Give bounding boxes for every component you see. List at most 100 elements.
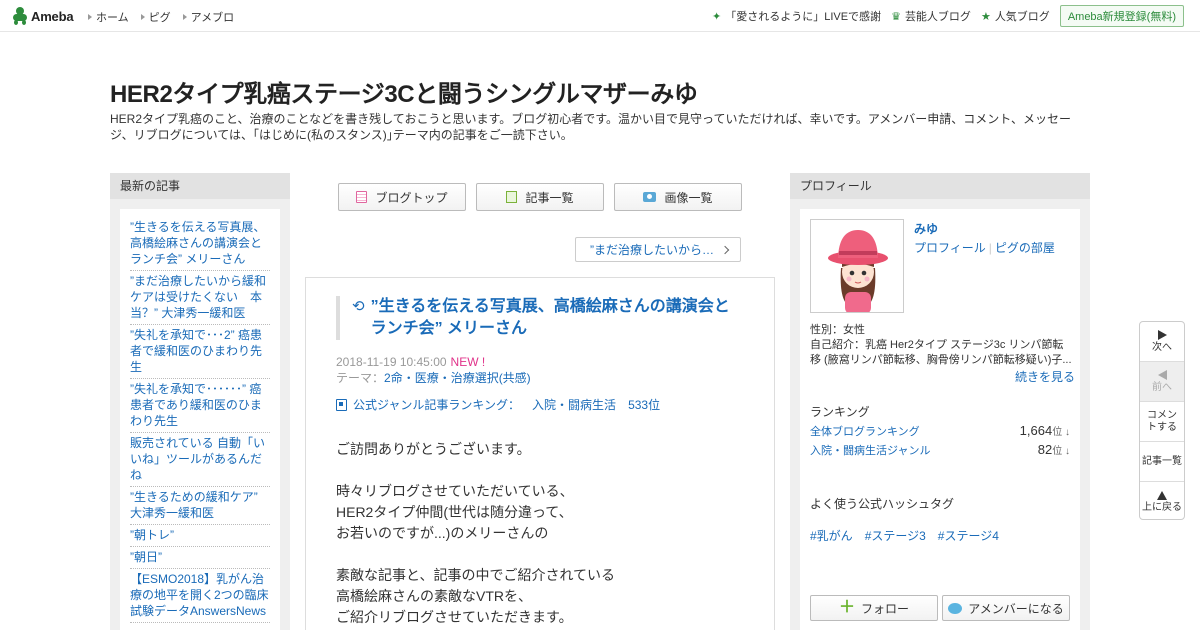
nav-label: ピグ — [148, 12, 171, 24]
next-button[interactable]: 次へ — [1140, 322, 1184, 362]
ameba-logo-icon — [12, 7, 28, 25]
hashtag-link[interactable]: #乳がん — [810, 527, 853, 544]
divider: | — [988, 241, 992, 255]
celebrity-blog-link[interactable]: ♛ 芸能人ブログ — [891, 8, 971, 24]
left-sidebar: 最新の記事 ”生きるを伝える写真展、高橋絵麻さんの講演会とランチ会” メリーさん… — [110, 173, 290, 630]
genre-ranking-link[interactable]: 入院・闘病生活ジャンル — [810, 442, 930, 458]
follow-label: フォロー — [861, 601, 910, 616]
latest-article-link[interactable]: ”朝トレ” — [130, 528, 174, 542]
article-date: 2018-11-19 10:45:00 — [336, 355, 447, 369]
latest-articles-list: ”生きるを伝える写真展、高橋絵麻さんの講演会とランチ会” メリーさん ”まだ治療… — [120, 209, 280, 630]
tab-label: ブログトップ — [375, 190, 448, 205]
genre-ranking[interactable]: 公式ジャンル記事ランキング： 入院・闘病生活 533位 — [336, 396, 744, 413]
nav-ameblo[interactable]: アメブロ — [182, 9, 234, 25]
register-button[interactable]: Ameba新規登録(無料) — [1059, 5, 1184, 27]
overall-ranking-link[interactable]: 全体ブログランキング — [810, 423, 920, 439]
hashtag-link[interactable]: #ステージ4 — [938, 527, 999, 544]
latest-article-link[interactable]: ”生きるを伝える写真展、高橋絵麻さんの講演会とランチ会” メリーさん — [130, 220, 265, 266]
latest-article-link[interactable]: 販売されている 自動「いいね」ツールがあるんだね — [130, 436, 265, 482]
prev-button[interactable]: 前へ — [1140, 362, 1184, 402]
reblog-icon: ⟲ — [352, 298, 365, 315]
tab-blog-top[interactable]: ブログトップ — [338, 183, 466, 211]
body-spacer — [336, 544, 744, 565]
floating-nav: 次へ 前へ コメントする 記事一覧 上に戻る — [1139, 321, 1185, 520]
global-header: Ameba ホーム ピグ アメブロ ✦ 「愛されるように」LIVEで感謝 ♛ 芸能人… — [0, 0, 1200, 32]
body-line: お若いのですが...)のメリーさんの — [336, 525, 549, 541]
ranking-icon — [336, 398, 347, 411]
hashtag-link[interactable]: #ステージ3 — [865, 527, 926, 544]
popular-blog-link[interactable]: ★ 人気ブログ — [981, 8, 1050, 24]
body-spacer — [336, 460, 744, 481]
live-link[interactable]: ✦ 「愛されるように」LIVEで感謝 — [712, 8, 881, 24]
next-label: 次へ — [1152, 341, 1172, 353]
hashtag-heading: よく使う公式ハッシュタグ — [810, 497, 955, 511]
ranking-value: 533位 — [628, 398, 661, 412]
list-item: ”朝日” — [130, 547, 270, 569]
body-line: 高橋絵麻さんの素敵なVTRを、 — [336, 588, 532, 604]
nav-label: ホーム — [96, 12, 129, 24]
top-right-links: ✦ 「愛されるように」LIVEで感謝 ♛ 芸能人ブログ ★ 人気ブログ Ameba新規… — [712, 5, 1184, 27]
list-item: ”朝トレ” — [130, 525, 270, 547]
latest-article-link[interactable]: ”朝日” — [130, 550, 162, 564]
ranking-number: 82位 ↓ — [1038, 442, 1070, 458]
sparkle-icon: ✦ — [711, 10, 722, 23]
blog-tabs: ブログトップ 記事一覧 画像一覧 — [338, 183, 742, 211]
follow-button[interactable]: ＋ フォロー — [810, 595, 938, 621]
latest-articles-heading: 最新の記事 — [110, 173, 290, 199]
theme-prefix: テーマ： — [336, 371, 385, 385]
nav-pigg[interactable]: ピグ — [140, 9, 171, 25]
body-line: HER2タイプ仲間(世代は随分違って、 — [336, 504, 573, 520]
popular-blog-label: 人気ブログ — [994, 11, 1050, 23]
profile-link[interactable]: プロフィール — [914, 241, 986, 255]
ranking-row: 入院・闘病生活ジャンル 82位 ↓ — [810, 442, 1070, 458]
pigg-room-link[interactable]: ピグの部屋 — [995, 241, 1055, 255]
read-more-link[interactable]: 続きを見る — [1015, 368, 1075, 385]
list-item: ”生きるを伝える写真展、高橋絵麻さんの講演会とランチ会” メリーさん — [130, 217, 270, 271]
new-badge: NEW ! — [450, 355, 486, 369]
tab-image-list[interactable]: 画像一覧 — [614, 183, 742, 211]
chevron-right-icon — [720, 245, 730, 254]
list-item: 【ESMO2018】乳がん治療の地平を開く2つの臨床試験データAnswersNe… — [130, 569, 270, 623]
play-right-icon — [1157, 329, 1167, 340]
latest-article-link[interactable]: ”まだ治療したいから緩和ケアは受けたくない 本当？” 大津秀一緩和医 — [130, 274, 266, 320]
theme-link[interactable]: 2命・医療・治療選択(共感) — [384, 371, 531, 385]
arrow-right-icon — [88, 14, 92, 20]
prev-label: 前へ — [1152, 381, 1172, 393]
list-item: ”失礼を承知で･･････” 癌患者であり緩和医のひまわり先生 — [130, 379, 270, 433]
body-line: 時々リブログさせていただいている、 — [336, 483, 574, 499]
ranking-unit: 位 ↓ — [1052, 427, 1070, 438]
ranking-row: 全体ブログランキング 1,664位 ↓ — [810, 423, 1070, 439]
latest-article-link[interactable]: 【ESMO2018】乳がん治療の地平を開く2つの臨床試験データAnswersNe… — [130, 572, 269, 618]
tab-article-list[interactable]: 記事一覧 — [476, 183, 604, 211]
nav-home[interactable]: ホーム — [88, 9, 129, 25]
latest-article-link[interactable]: ”失礼を承知で･･･2” 癌患者で緩和医のひまわり先生 — [130, 328, 262, 374]
profile-name[interactable]: みゆ — [914, 220, 938, 237]
article-title[interactable]: ⟲ ”生きるを伝える写真展、高橋絵麻さんの講演会とランチ会” メリーさん — [336, 296, 744, 340]
logo-text: Ameba — [31, 8, 74, 24]
arrow-right-icon — [140, 14, 145, 20]
article-list-button[interactable]: 記事一覧 — [1140, 442, 1184, 482]
article-body: ご訪問ありがとうございます。 時々リブログさせていただいている、 HER2タイプ… — [336, 439, 744, 628]
arrow-right-icon — [182, 14, 187, 20]
next-article-label: ”まだ治療したいから… — [590, 243, 714, 257]
comment-button[interactable]: コメントする — [1140, 402, 1184, 442]
list-item: ”まだ治療したいから緩和ケアは受けたくない 本当？” 大津秀一緩和医 — [130, 271, 270, 325]
amember-button[interactable]: アメンバーになる — [942, 595, 1070, 621]
arrow-up-icon — [1157, 490, 1167, 500]
top-nav: ホーム ピグ アメブロ — [88, 9, 234, 25]
body-line: ご訪問ありがとうございます。 — [336, 441, 531, 457]
back-to-top-button[interactable]: 上に戻る — [1140, 482, 1184, 522]
ranking-heading: ランキング — [810, 405, 870, 419]
ameba-logo[interactable]: Ameba — [12, 6, 74, 26]
avatar[interactable] — [810, 219, 904, 313]
next-article-button[interactable]: ”まだ治療したいから… — [575, 237, 741, 262]
blog-title[interactable]: HER2タイプ乳癌ステージ3Cと闘うシングルマザーみゆ — [110, 74, 698, 109]
article: ⟲ ”生きるを伝える写真展、高橋絵麻さんの講演会とランチ会” メリーさん 2018… — [305, 277, 775, 630]
latest-article-link[interactable]: ”生きるための緩和ケア” 大津秀一緩和医 — [130, 490, 258, 520]
list-item: ”生きるための緩和ケア” 大津秀一緩和医 — [130, 487, 270, 525]
amember-label: アメンバーになる — [968, 601, 1064, 616]
article-list-label: 記事一覧 — [1142, 455, 1182, 467]
body-line: 素敵な記事と、記事の中でご紹介されている — [336, 567, 616, 583]
back-to-top-label: 上に戻る — [1142, 501, 1182, 513]
latest-article-link[interactable]: ”失礼を承知で･･････” 癌患者であり緩和医のひまわり先生 — [130, 382, 262, 428]
